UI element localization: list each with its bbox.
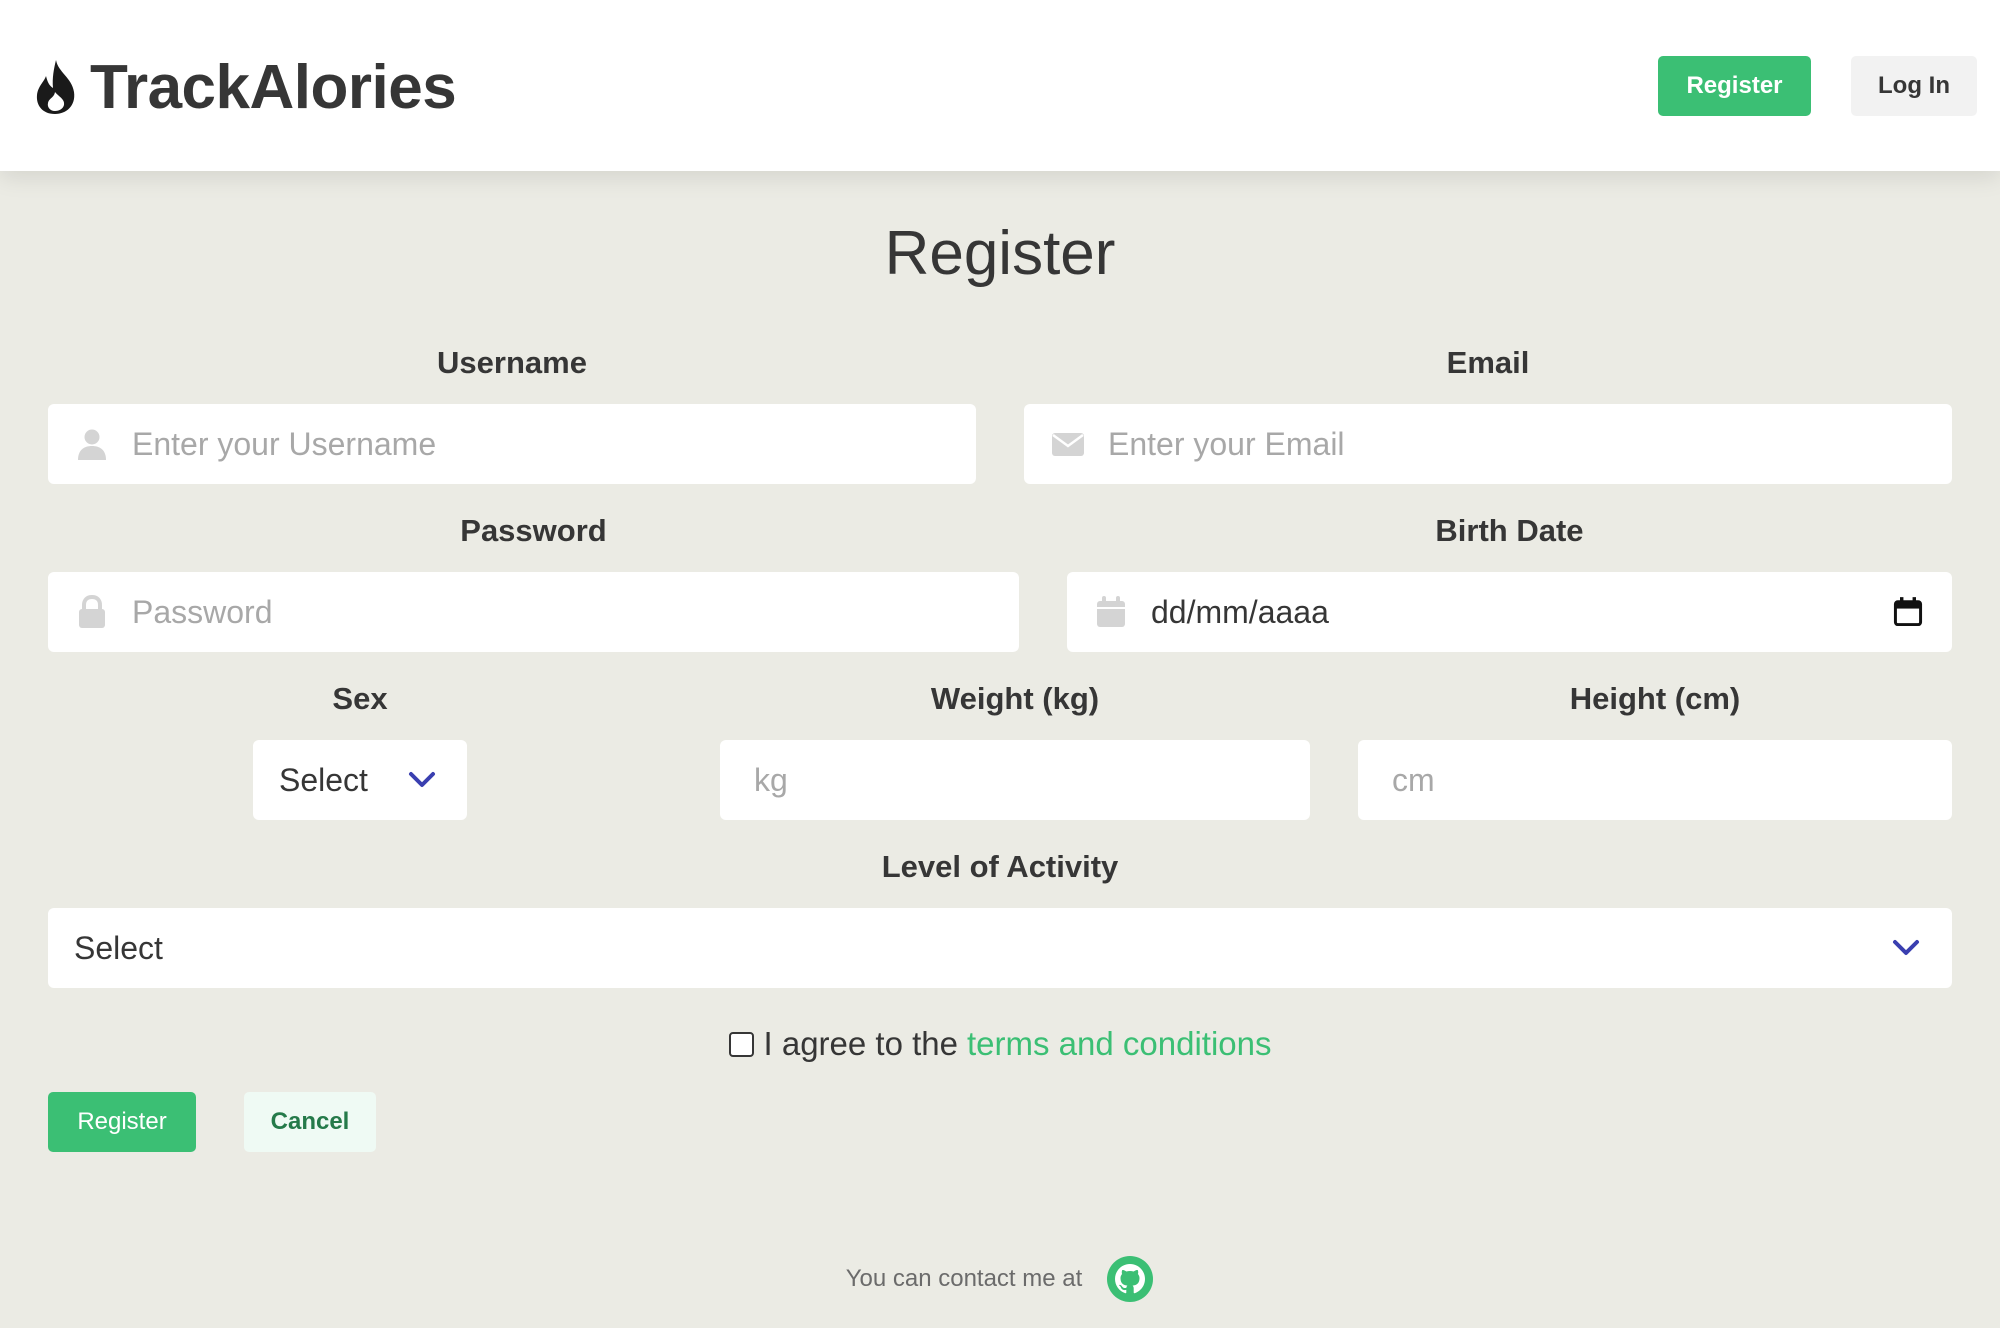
- sex-selected-value: Select: [279, 761, 368, 798]
- brand-logo[interactable]: TrackAlories: [32, 52, 457, 122]
- birth-date-label: Birth Date: [1435, 513, 1584, 548]
- username-label: Username: [437, 345, 587, 380]
- envelope-icon: [1052, 433, 1084, 456]
- github-icon[interactable]: [1106, 1255, 1154, 1303]
- activity-selected-value: Select: [74, 929, 163, 966]
- brand-name: TrackAlories: [90, 52, 457, 122]
- password-label: Password: [460, 513, 607, 548]
- lock-icon: [79, 594, 105, 628]
- user-icon: [78, 429, 106, 460]
- calendar-picker-icon[interactable]: [1892, 596, 1924, 628]
- weight-field[interactable]: kg: [720, 740, 1310, 820]
- cancel-button[interactable]: Cancel: [244, 1092, 376, 1152]
- email-placeholder: Enter your Email: [1108, 425, 1345, 462]
- footer-text: You can contact me at: [845, 1265, 1083, 1292]
- page-title: Register: [884, 219, 1116, 288]
- flame-icon: [36, 60, 75, 114]
- birth-date-field[interactable]: dd/mm/aaaa: [1067, 572, 1952, 652]
- chevron-down-icon: [409, 772, 435, 787]
- height-field[interactable]: cm: [1358, 740, 1952, 820]
- email-field[interactable]: Enter your Email: [1024, 404, 1952, 484]
- weight-label: Weight (kg): [930, 681, 1100, 716]
- register-button[interactable]: Register: [48, 1092, 196, 1152]
- sex-label: Sex: [332, 681, 388, 716]
- username-field[interactable]: Enter your Username: [48, 404, 976, 484]
- password-placeholder: Password: [132, 593, 273, 630]
- password-field[interactable]: Password: [48, 572, 1019, 652]
- terms-link[interactable]: terms and conditions: [967, 1025, 1272, 1063]
- activity-select[interactable]: Select: [48, 908, 1952, 988]
- nav-register-button[interactable]: Register: [1658, 56, 1811, 116]
- nav-login-button[interactable]: Log In: [1851, 56, 1977, 116]
- height-label: Height (cm): [1569, 681, 1741, 716]
- weight-placeholder: kg: [754, 761, 788, 798]
- activity-label: Level of Activity: [881, 849, 1119, 884]
- height-placeholder: cm: [1392, 761, 1435, 798]
- email-label: Email: [1446, 345, 1530, 380]
- username-placeholder: Enter your Username: [132, 425, 437, 462]
- sex-select[interactable]: Select: [253, 740, 467, 820]
- footer: You can contact me at: [0, 1255, 2000, 1303]
- calendar-icon: [1097, 596, 1125, 627]
- terms-text: I agree to the: [763, 1025, 958, 1062]
- navbar: TrackAlories Register Log In: [0, 0, 2000, 171]
- chevron-down-icon: [1893, 940, 1919, 955]
- terms-checkbox[interactable]: [728, 1031, 754, 1057]
- terms-row: I agree to the terms and conditions: [0, 1025, 2000, 1063]
- birth-date-value: dd/mm/aaaa: [1151, 593, 1329, 630]
